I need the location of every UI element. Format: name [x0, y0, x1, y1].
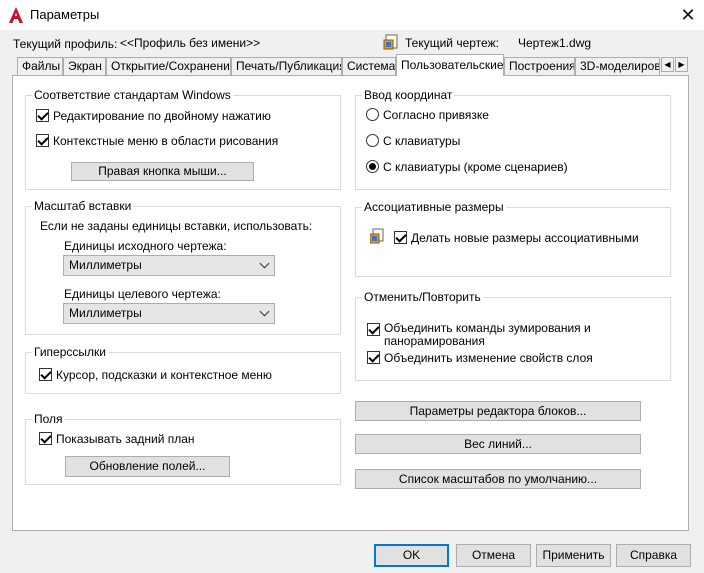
checkbox-box: [36, 109, 49, 122]
insertion-scale-hint: Если не заданы единицы вставки, использо…: [40, 219, 313, 233]
radio-running-osnap-label: Согласно привязке: [383, 108, 489, 122]
tab-files[interactable]: Файлы: [17, 57, 63, 75]
radio-running-osnap[interactable]: Согласно привязке: [366, 108, 489, 122]
undo-redo-title: Отменить/Повторить: [362, 290, 483, 304]
coordinate-entry-group: Ввод координат Согласно привязке С клави…: [355, 88, 671, 190]
double-click-edit-checkbox[interactable]: Редактирование по двойному нажатию: [36, 109, 271, 123]
windows-standards-title: Соответствие стандартам Windows: [32, 88, 233, 102]
current-profile-label: Текущий профиль:: [13, 37, 118, 51]
associative-dimensions-label: Делать новые размеры ассоциативными: [411, 231, 639, 245]
hyperlink-cursor-checkbox[interactable]: Курсор, подсказки и контекстное меню: [39, 368, 272, 382]
tab-drafting[interactable]: Построения: [504, 57, 575, 75]
lineweight-settings-button[interactable]: Вес линий...: [355, 434, 641, 454]
source-units-label: Единицы исходного чертежа:: [64, 239, 227, 253]
hyperlinks-group: Гиперссылки Курсор, подсказки и контекст…: [25, 345, 341, 394]
associative-dimensions-checkbox[interactable]: Делать новые размеры ассоциативными: [394, 231, 639, 245]
tab-plot-publish[interactable]: Печать/Публикация: [231, 57, 342, 75]
target-units-select[interactable]: Миллиметры: [63, 303, 275, 324]
hyperlink-cursor-label: Курсор, подсказки и контекстное меню: [56, 368, 272, 382]
radio-keyboard-entry-label: С клавиатуры: [383, 134, 461, 148]
help-button[interactable]: Справка: [616, 544, 691, 567]
default-scale-list-button[interactable]: Список масштабов по умолчанию...: [355, 469, 641, 489]
combine-layer-property-checkbox[interactable]: Объединить изменение свойств слоя: [367, 351, 593, 365]
tab-panel: Соответствие стандартам Windows Редактир…: [12, 75, 689, 531]
block-editor-settings-button[interactable]: Параметры редактора блоков...: [355, 401, 641, 421]
radio-circle: [366, 134, 379, 147]
field-update-settings-button[interactable]: Обновление полей...: [65, 456, 230, 477]
apply-button[interactable]: Применить: [536, 544, 611, 567]
source-units-value: Миллиметры: [69, 258, 142, 272]
close-button[interactable]: ✕: [672, 0, 704, 30]
combine-zoom-pan-checkbox[interactable]: Объединить команды зумирования и панорам…: [367, 322, 591, 348]
current-profile-value: <<Профиль без имени>>: [120, 36, 261, 50]
tab-user-preferences[interactable]: Пользовательские: [396, 54, 504, 76]
combine-zoom-pan-label-wrap: Объединить команды зумирования и панорам…: [384, 322, 591, 348]
chevron-down-icon: [259, 258, 270, 269]
combine-zoom-pan-label-line2: панорамирования: [384, 334, 485, 348]
radio-keyboard-except-scripts[interactable]: С клавиатуры (кроме сценариев): [366, 160, 568, 174]
insertion-scale-title: Масштаб вставки: [32, 199, 134, 213]
radio-circle: [366, 160, 379, 173]
shortcut-menus-label: Контекстные меню в области рисования: [53, 134, 279, 148]
undo-redo-group: Отменить/Повторить Объединить команды зу…: [355, 290, 671, 381]
title-bar: [0, 0, 704, 30]
tab-scroll-left-button[interactable]: ◀: [661, 57, 674, 72]
combine-layer-property-label: Объединить изменение свойств слоя: [384, 351, 593, 365]
tab-scroll-right-button[interactable]: ▶: [675, 57, 688, 72]
associative-dimensions-title: Ассоциативные размеры: [362, 200, 506, 214]
checkbox-box: [394, 231, 407, 244]
insertion-scale-group: Масштаб вставки Если не заданы единицы в…: [25, 199, 341, 335]
checkbox-box: [39, 432, 52, 445]
drawing-setting-icon: [370, 228, 384, 244]
ok-button[interactable]: OK: [374, 544, 449, 567]
radio-circle: [366, 108, 379, 121]
tab-open-save[interactable]: Открытие/Сохранение: [106, 57, 231, 75]
autocad-logo-icon: [9, 7, 23, 23]
fields-title: Поля: [32, 412, 65, 426]
checkbox-box: [367, 323, 380, 336]
tab-display[interactable]: Экран: [63, 57, 106, 75]
double-click-edit-label: Редактирование по двойному нажатию: [53, 109, 271, 123]
current-drawing-value: Чертеж1.dwg: [518, 36, 592, 50]
current-drawing-label: Текущий чертеж:: [405, 36, 499, 50]
chevron-down-icon: [259, 306, 270, 317]
hyperlinks-title: Гиперссылки: [32, 345, 108, 359]
checkbox-box: [367, 351, 380, 364]
radio-keyboard-entry[interactable]: С клавиатуры: [366, 134, 460, 148]
radio-keyboard-except-scripts-label: С клавиатуры (кроме сценариев): [383, 160, 568, 174]
coordinate-entry-title: Ввод координат: [362, 88, 455, 102]
associative-dimensions-group: Ассоциативные размеры Делать новые разме…: [355, 200, 671, 277]
target-units-value: Миллиметры: [69, 306, 142, 320]
checkbox-box: [39, 368, 52, 381]
target-units-label: Единицы целевого чертежа:: [64, 287, 221, 301]
cancel-button[interactable]: Отмена: [456, 544, 531, 567]
right-click-customization-button[interactable]: Правая кнопка мыши...: [71, 162, 254, 181]
fields-group: Поля Показывать задний план Обновление п…: [25, 412, 341, 485]
source-units-select[interactable]: Миллиметры: [63, 255, 275, 276]
window-title: Параметры: [30, 7, 100, 22]
tab-3d-modeling[interactable]: 3D-моделирова: [575, 57, 660, 75]
windows-standards-group: Соответствие стандартам Windows Редактир…: [25, 88, 341, 190]
show-field-background-label: Показывать задний план: [56, 432, 195, 446]
show-field-background-checkbox[interactable]: Показывать задний план: [39, 432, 195, 446]
drawing-file-icon: [383, 34, 398, 50]
checkbox-box: [36, 134, 49, 147]
shortcut-menus-checkbox[interactable]: Контекстные меню в области рисования: [36, 134, 278, 148]
tab-system[interactable]: Система: [342, 57, 396, 75]
